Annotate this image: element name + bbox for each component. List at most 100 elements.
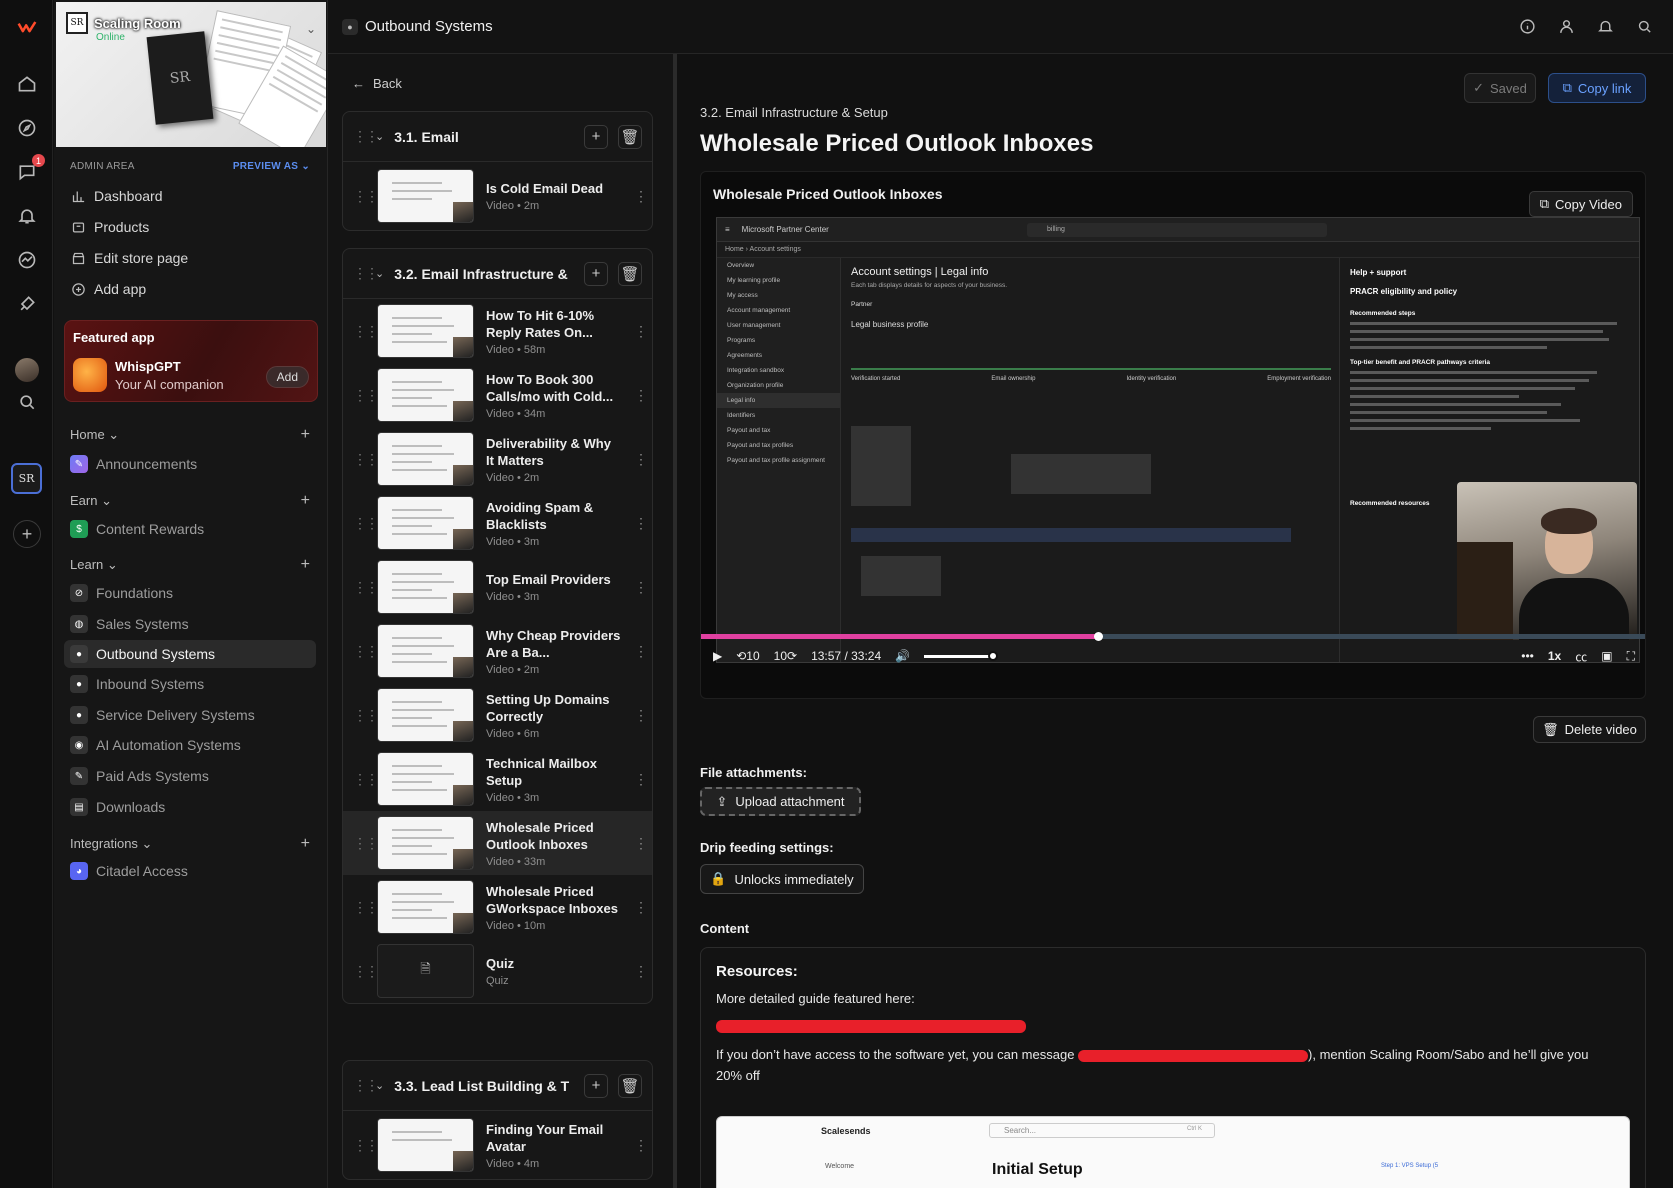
lesson-item[interactable]: ⋮⋮ Avoiding Spam & Blacklists Video • 3m ⋮ (343, 491, 652, 555)
more-icon[interactable]: ••• (1521, 649, 1534, 663)
more-icon[interactable]: ⋮ (634, 1137, 648, 1154)
add-lesson-button[interactable]: + (584, 261, 608, 286)
user-avatar[interactable] (15, 358, 39, 382)
module-title[interactable]: 3.2. Email Infrastructure & (394, 266, 574, 282)
more-icon[interactable]: ⋮ (634, 515, 648, 532)
drag-handle-icon[interactable]: ⋮⋮ (353, 643, 379, 660)
store-cover-image[interactable]: SR SR Scaling Room Online ⌄ (56, 2, 326, 147)
playback-speed-button[interactable]: 1x (1548, 649, 1561, 663)
copy-video-button[interactable]: ⧉ Copy Video (1528, 191, 1633, 217)
nav-downloads[interactable]: ▤ Downloads (64, 793, 316, 821)
scaling-room-store-icon[interactable]: SR (11, 463, 42, 494)
add-icon[interactable]: + (301, 556, 310, 574)
user-icon[interactable] (1558, 18, 1575, 38)
home-icon[interactable] (13, 70, 41, 98)
nav-sales-systems[interactable]: ◍ Sales Systems (64, 610, 316, 638)
lesson-item[interactable]: ⋮⋮ Wholesale Priced Outlook Inboxes Video … (343, 811, 652, 875)
chevron-down-icon[interactable]: ⌄ (375, 1079, 384, 1092)
lesson-item[interactable]: ⋮⋮ Setting Up Domains Correctly Video • 6m… (343, 683, 652, 747)
nav-announcements[interactable]: ✎ Announcements (64, 450, 316, 478)
copy-link-button[interactable]: ⧉ Copy link (1548, 73, 1646, 103)
more-icon[interactable]: ⋮ (634, 188, 648, 205)
more-icon[interactable]: ⋮ (634, 707, 648, 724)
lesson-item[interactable]: ⋮⋮ Why Cheap Providers Are a Ba... Video •… (343, 619, 652, 683)
more-icon[interactable]: ⋮ (634, 963, 648, 980)
back-button[interactable]: ← Back (352, 76, 402, 91)
drag-handle-icon[interactable]: ⋮⋮ (353, 128, 379, 145)
section-learn[interactable]: Learn ⌄ + (70, 556, 310, 574)
section-integrations[interactable]: Integrations ⌄ + (70, 835, 310, 853)
drag-handle-icon[interactable]: ⋮⋮ (353, 1077, 379, 1094)
drag-handle-icon[interactable]: ⋮⋮ (353, 579, 379, 596)
section-home[interactable]: Home ⌄ + (70, 426, 310, 444)
lesson-item[interactable]: ⋮⋮ Finding Your Email Avatar Video • 4m ⋮ (343, 1111, 652, 1179)
trash-icon[interactable]: 🗑 (618, 124, 642, 149)
lesson-item[interactable]: ⋮⋮ How To Hit 6-10% Reply Rates On... Vide… (343, 299, 652, 363)
whop-logo-icon[interactable] (13, 13, 41, 41)
nav-service-delivery-systems[interactable]: ● Service Delivery Systems (64, 701, 316, 729)
add-icon[interactable]: + (301, 492, 310, 510)
featured-app-card[interactable]: Featured app WhispGPT Your AI companion … (64, 320, 318, 402)
module-title[interactable]: 3.3. Lead List Building & T (394, 1078, 574, 1094)
saved-button[interactable]: ✓ Saved (1464, 73, 1536, 103)
nav-edit-store-page[interactable]: Edit store page (64, 244, 316, 272)
pip-icon[interactable]: ▣ (1601, 649, 1612, 663)
more-icon[interactable]: ⋮ (634, 451, 648, 468)
more-icon[interactable]: ⋮ (634, 899, 648, 916)
drag-handle-icon[interactable]: ⋮⋮ (353, 323, 379, 340)
unlocks-immediately-button[interactable]: 🔒 Unlocks immediately (700, 864, 864, 894)
add-lesson-button[interactable]: + (584, 124, 608, 149)
drag-handle-icon[interactable]: ⋮⋮ (353, 451, 379, 468)
more-icon[interactable]: ⋮ (634, 323, 648, 340)
volume-icon[interactable]: 🔊 (895, 649, 910, 663)
nav-foundations[interactable]: ⊘ Foundations (64, 579, 316, 607)
section-earn[interactable]: Earn ⌄ + (70, 492, 310, 510)
nav-inbound-systems[interactable]: ● Inbound Systems (64, 670, 316, 698)
drag-handle-icon[interactable]: ⋮⋮ (353, 515, 379, 532)
video-player[interactable]: Wholesale Priced Outlook Inboxes ⧉ Copy V… (700, 171, 1646, 699)
lesson-item[interactable]: ⋮⋮ Deliverability & Why It Matters Video •… (343, 427, 652, 491)
drag-handle-icon[interactable]: ⋮⋮ (353, 771, 379, 788)
store-name[interactable]: Scaling Room (94, 16, 181, 31)
module-title[interactable]: 3.1. Email (394, 129, 574, 145)
lesson-item[interactable]: ⋮⋮ Is Cold Email Dead Video • 2m ⋮ (343, 162, 652, 230)
rocket-icon[interactable] (13, 290, 41, 318)
nav-dashboard[interactable]: Dashboard (64, 182, 316, 210)
more-icon[interactable]: ⋮ (634, 643, 648, 660)
nav-outbound-systems[interactable]: ● Outbound Systems (64, 640, 316, 668)
nav-products[interactable]: Products (64, 213, 316, 241)
chevron-down-icon[interactable]: ⌄ (375, 267, 384, 280)
more-icon[interactable]: ⋮ (634, 387, 648, 404)
chevron-down-icon[interactable]: ⌄ (306, 22, 316, 36)
skip-back-button[interactable]: ⟲10 (736, 649, 759, 663)
more-icon[interactable]: ⋮ (634, 579, 648, 596)
messages-icon[interactable]: 1 (13, 154, 45, 186)
compass-icon[interactable] (13, 114, 41, 142)
add-store-icon[interactable]: + (13, 520, 41, 548)
nav-citadel-access[interactable]: ◕ Citadel Access (64, 857, 316, 885)
volume-slider[interactable] (924, 650, 999, 661)
video-progress-bar[interactable] (701, 632, 1645, 641)
search-icon[interactable] (13, 388, 41, 416)
drag-handle-icon[interactable]: ⋮⋮ (353, 188, 379, 205)
play-icon[interactable]: ▶ (713, 649, 722, 663)
nav-content-rewards[interactable]: $ Content Rewards (64, 515, 316, 543)
bell-icon[interactable] (13, 202, 41, 230)
trash-icon[interactable]: 🗑 (618, 1073, 642, 1098)
search-icon[interactable] (1636, 18, 1653, 38)
info-icon[interactable] (1519, 18, 1536, 38)
drag-handle-icon[interactable]: ⋮⋮ (353, 707, 379, 724)
lesson-item[interactable]: ⋮⋮ How To Book 300 Calls/mo with Cold... V… (343, 363, 652, 427)
add-icon[interactable]: + (301, 835, 310, 853)
drag-handle-icon[interactable]: ⋮⋮ (353, 265, 379, 282)
content-editor[interactable]: Resources: More detailed guide featured … (700, 947, 1646, 1188)
captions-icon[interactable]: ㏄ (1575, 648, 1587, 665)
skip-forward-button[interactable]: 10⟳ (774, 649, 797, 663)
drag-handle-icon[interactable]: ⋮⋮ (353, 1137, 379, 1154)
trash-icon[interactable]: 🗑 (618, 261, 642, 286)
lesson-item[interactable]: ⋮⋮ 🗎 Quiz Quiz ⋮ (343, 939, 652, 1003)
drag-handle-icon[interactable]: ⋮⋮ (353, 835, 379, 852)
more-icon[interactable]: ⋮ (634, 835, 648, 852)
nav-paid-ads-systems[interactable]: ✎ Paid Ads Systems (64, 762, 316, 790)
more-icon[interactable]: ⋮ (634, 771, 648, 788)
